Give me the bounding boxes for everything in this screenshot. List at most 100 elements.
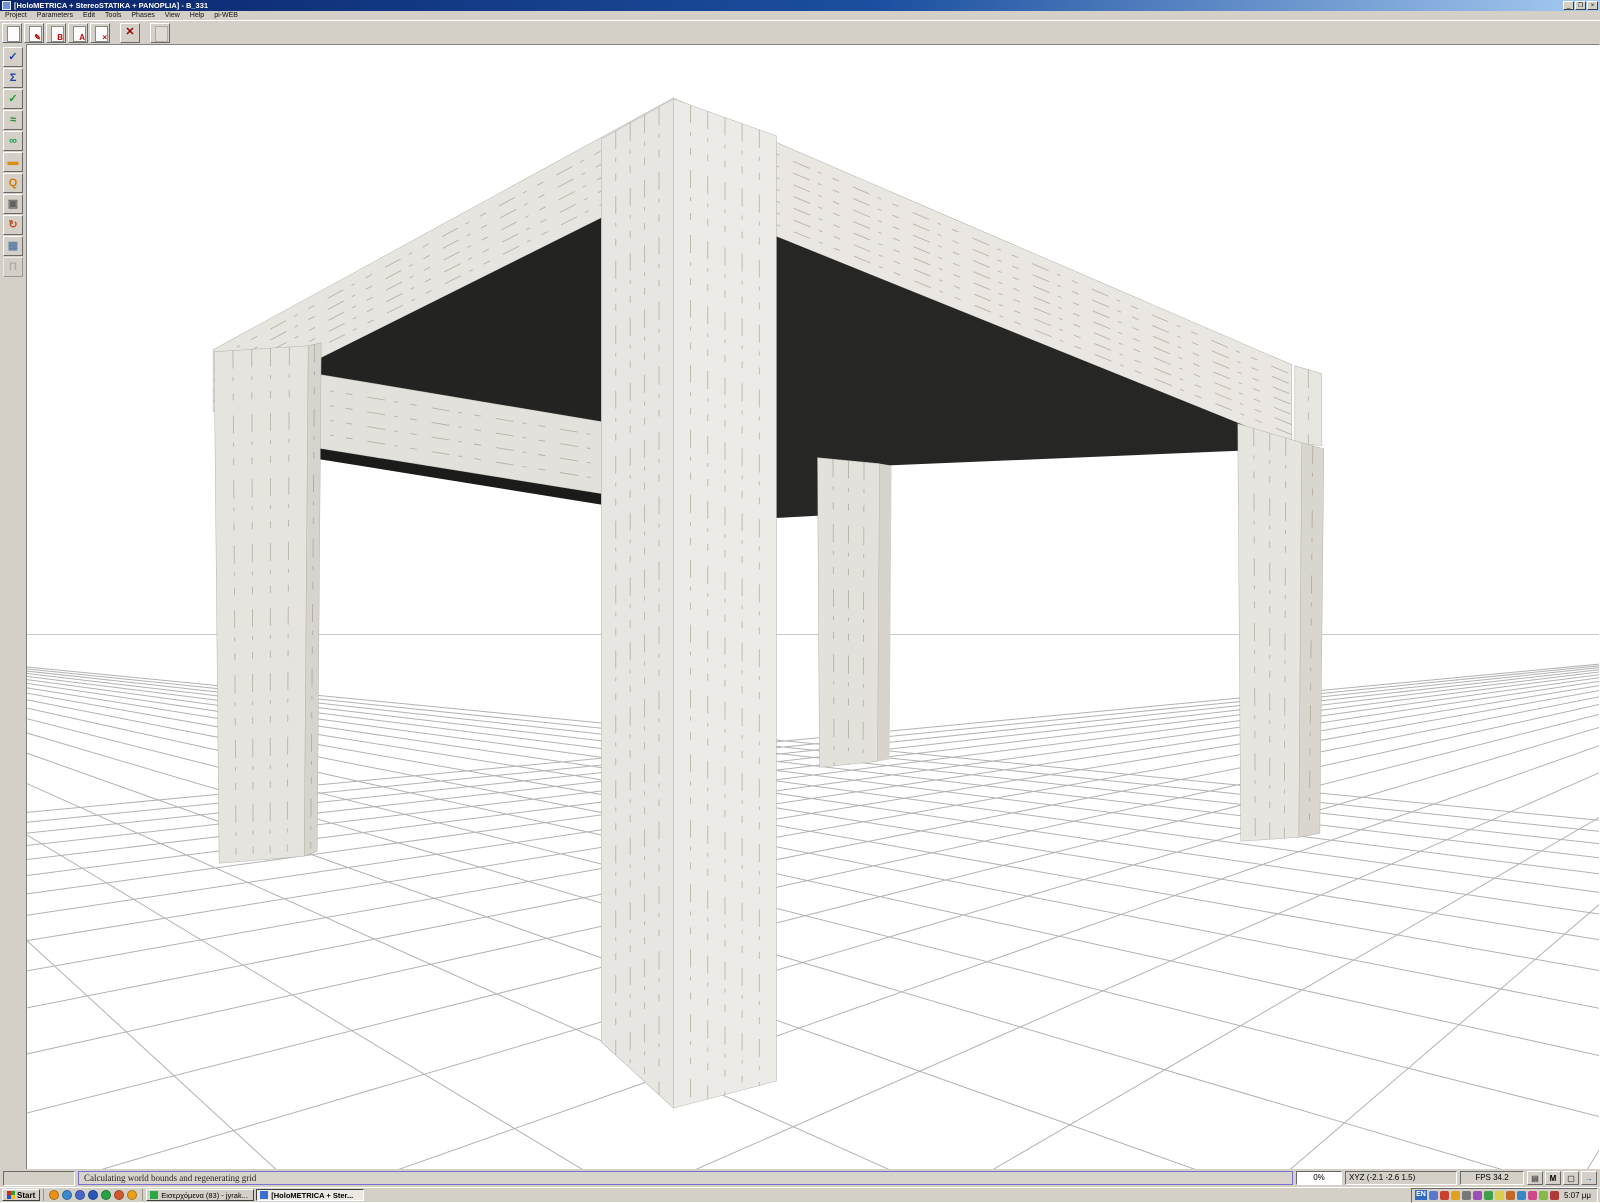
window-controls: _❐× [1563,1,1598,10]
scene-svg [27,45,1599,1169]
toolbar-separator [112,32,118,33]
quicklaunch-icon-5[interactable] [101,1190,111,1200]
check-green-button[interactable]: ✓ [3,89,23,109]
rotate-button[interactable]: ↻ [3,215,23,235]
zoom-q-button[interactable]: Q [3,173,23,193]
tray-icon-7[interactable] [1495,1191,1504,1200]
column-right-side [1299,443,1324,838]
links-button[interactable]: ∞ [3,131,23,151]
tray-icon-12[interactable] [1550,1191,1559,1200]
menu-item-tools[interactable]: Tools [100,12,126,19]
quick-launch-bar [43,1189,143,1201]
grid-button[interactable]: ▦ [3,236,23,256]
quicklaunch-icon-4[interactable] [88,1190,98,1200]
title-bar: [HoloMETRICA + StereoSTATIKA + PANOPLIA]… [0,0,1600,11]
status-bar: Calculating world bounds and regeneratin… [0,1169,1600,1187]
quicklaunch-icon-1[interactable] [49,1190,59,1200]
minimize-button[interactable]: _ [1563,1,1574,10]
main-area: ✓Σ✓≈∞▬Q▣↻▦Π [0,44,1600,1169]
layers-button[interactable]: ▤ [1527,1171,1543,1185]
tray-icon-9[interactable] [1517,1191,1526,1200]
hands-button[interactable]: ≈ [3,110,23,130]
quicklaunch-icon-6[interactable] [114,1190,124,1200]
page-letter: B [57,34,63,42]
page-a-button[interactable]: A [68,23,88,43]
status-message: Calculating world bounds and regeneratin… [78,1171,1293,1185]
main-toolbar: ✎ B A × ✕ [0,20,1600,44]
page-a-button-icon: A [73,26,86,42]
quicklaunch-icon-3[interactable] [75,1190,85,1200]
column-far-left [214,346,308,864]
start-label: Start [17,1191,35,1200]
3d-viewport[interactable] [26,44,1600,1169]
edit-page-button[interactable]: ✎ [24,23,44,43]
check-edit-button[interactable]: ✓ [3,47,23,67]
tray-icon-2[interactable] [1440,1191,1449,1200]
task-holometrica-icon [260,1191,268,1199]
app-icon [2,1,11,10]
window-small-button[interactable]: ▢ [1563,1171,1579,1185]
side-toolbar: ✓Σ✓≈∞▬Q▣↻▦Π [0,44,26,1169]
coordinates-readout: XYZ (-2.1 -2.6 1.5) [1345,1171,1457,1185]
language-indicator[interactable]: EN [1415,1190,1427,1200]
quicklaunch-icon-7[interactable] [127,1190,137,1200]
status-left-box [3,1171,75,1186]
edit-page-button-icon: ✎ [29,26,42,42]
tray-icon-1[interactable] [1429,1191,1438,1200]
tray-icon-4[interactable] [1462,1191,1471,1200]
close-button[interactable]: × [1587,1,1598,10]
task-label: Εισερχόμενα (83) - jyrak... [161,1191,248,1200]
quicklaunch-icon-2[interactable] [62,1190,72,1200]
print-disabled-button [150,23,170,43]
task-buttons: Εισερχόμενα (83) - jyrak... [HoloMETRICA … [146,1189,364,1201]
tray-icon-6[interactable] [1484,1191,1493,1200]
new-page-button[interactable] [2,23,22,43]
close-page-button-icon: × [95,26,108,42]
render-window-button[interactable]: ▣ [3,194,23,214]
menu-item-project[interactable]: Project [0,12,32,19]
column-near-left-face [601,99,673,1108]
menu-item-view[interactable]: View [160,12,185,19]
building-button: Π [3,257,23,277]
close-page-button[interactable]: × [90,23,110,43]
print-disabled-button-icon [155,26,168,42]
progress-indicator: 0% [1296,1171,1342,1185]
windows-logo-icon [7,1191,15,1199]
column-mid-side [878,464,892,762]
menu-item-pi-web[interactable]: pi-WEB [209,12,243,19]
system-tray: EN 5:07 μμ [1411,1188,1598,1203]
page-letter: × [102,34,107,42]
menu-bar: ProjectParametersEditToolsPhasesViewHelp… [0,11,1600,20]
start-button[interactable]: Start [2,1189,40,1201]
window-title: [HoloMETRICA + StereoSTATIKA + PANOPLIA]… [14,0,208,11]
fps-readout: FPS 34.2 [1460,1171,1524,1185]
menu-item-parameters[interactable]: Parameters [32,12,78,19]
support-button[interactable]: ▬ [3,152,23,172]
restore-button[interactable]: ❐ [1575,1,1586,10]
task-inbox[interactable]: Εισερχόμενα (83) - jyrak... [146,1189,254,1201]
toolbar-separator [142,32,148,33]
tray-icon-3[interactable] [1451,1191,1460,1200]
delete-button[interactable]: ✕ [120,23,140,43]
m-button[interactable]: M [1545,1171,1561,1185]
page-b-button[interactable]: B [46,23,66,43]
task-inbox-icon [150,1191,158,1199]
application-window: [HoloMETRICA + StereoSTATIKA + PANOPLIA]… [0,0,1600,1200]
pointer-button[interactable]: → [1581,1171,1597,1185]
clock: 5:07 μμ [1561,1191,1594,1200]
task-label: [HoloMETRICA + Ster... [271,1191,353,1200]
tray-icon-11[interactable] [1539,1191,1548,1200]
delete-icon: ✕ [121,24,139,41]
tray-icon-8[interactable] [1506,1191,1515,1200]
sum-calc-button[interactable]: Σ [3,68,23,88]
new-page-button-icon [7,26,20,42]
page-letter: ✎ [34,34,41,42]
menu-item-edit[interactable]: Edit [78,12,100,19]
task-holometrica[interactable]: [HoloMETRICA + Ster... [256,1189,364,1201]
menu-item-help[interactable]: Help [185,12,209,19]
page-letter: A [79,34,85,42]
tray-icon-10[interactable] [1528,1191,1537,1200]
menu-item-phases[interactable]: Phases [126,12,159,19]
page-b-button-icon: B [51,26,64,42]
tray-icon-5[interactable] [1473,1191,1482,1200]
